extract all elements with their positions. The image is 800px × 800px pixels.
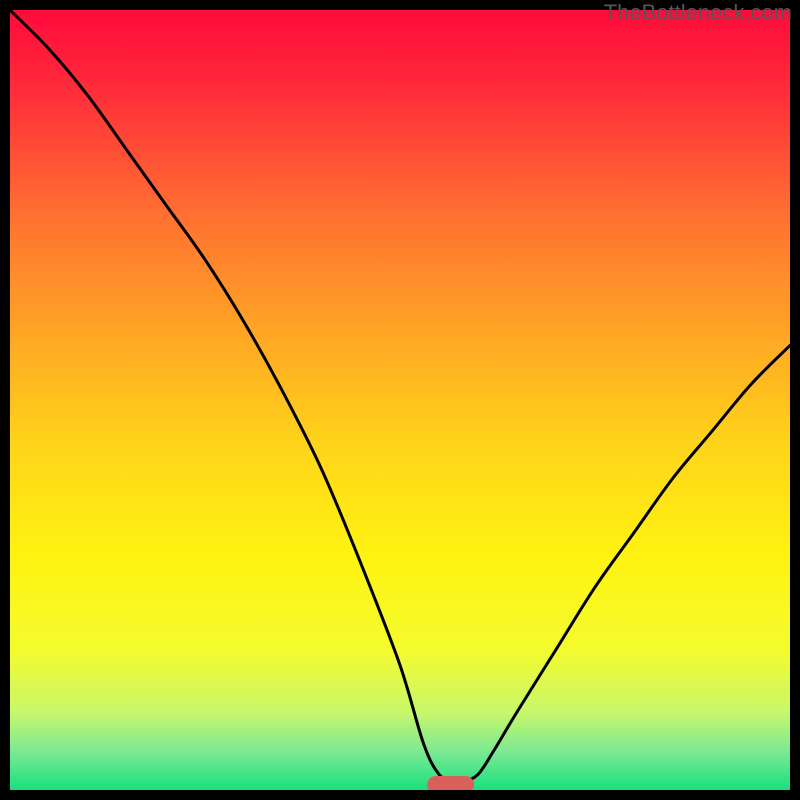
- sweet-spot-marker: [427, 776, 474, 790]
- plot-area: [10, 10, 790, 790]
- gradient-background: [10, 10, 790, 790]
- chart-frame: TheBottleneck.com: [0, 0, 800, 800]
- bottleneck-chart: [10, 10, 790, 790]
- attribution-text: TheBottleneck.com: [604, 0, 792, 26]
